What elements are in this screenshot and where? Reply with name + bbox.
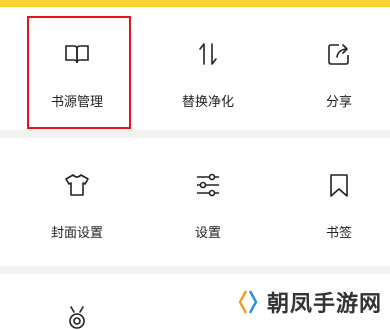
more-menu-button[interactable] xyxy=(22,304,132,330)
watermark: 朝凤手游网 xyxy=(235,286,382,318)
share-icon xyxy=(328,44,349,65)
accent-top-bar xyxy=(0,0,390,7)
watermark-logo-icon xyxy=(238,290,258,314)
swap-arrows-icon xyxy=(199,43,217,65)
watermark-text: 朝凤手游网 xyxy=(266,292,382,317)
bookmarks-label: 书签 xyxy=(325,226,352,241)
replace-purify-button[interactable]: 替换净化 xyxy=(153,41,263,110)
selection-highlight-box xyxy=(27,16,131,129)
theme-icon xyxy=(69,306,85,329)
share-button[interactable]: 分享 xyxy=(284,41,390,110)
replace-purify-label: 替换净化 xyxy=(181,95,234,110)
settings-button[interactable]: 设置 xyxy=(153,172,263,241)
bookmarks-button[interactable]: 书签 xyxy=(284,172,390,241)
section-divider xyxy=(0,130,390,138)
sliders-icon xyxy=(197,173,219,197)
shirt-icon xyxy=(65,174,89,196)
section-divider xyxy=(0,266,390,274)
cover-settings-button[interactable]: 封面设置 xyxy=(22,172,132,241)
cover-settings-label: 封面设置 xyxy=(50,226,103,241)
bookmark-icon xyxy=(330,174,348,197)
settings-label: 设置 xyxy=(194,226,221,241)
menu-section-2: 封面设置 设置 书签 xyxy=(0,138,390,266)
share-label: 分享 xyxy=(325,95,352,110)
